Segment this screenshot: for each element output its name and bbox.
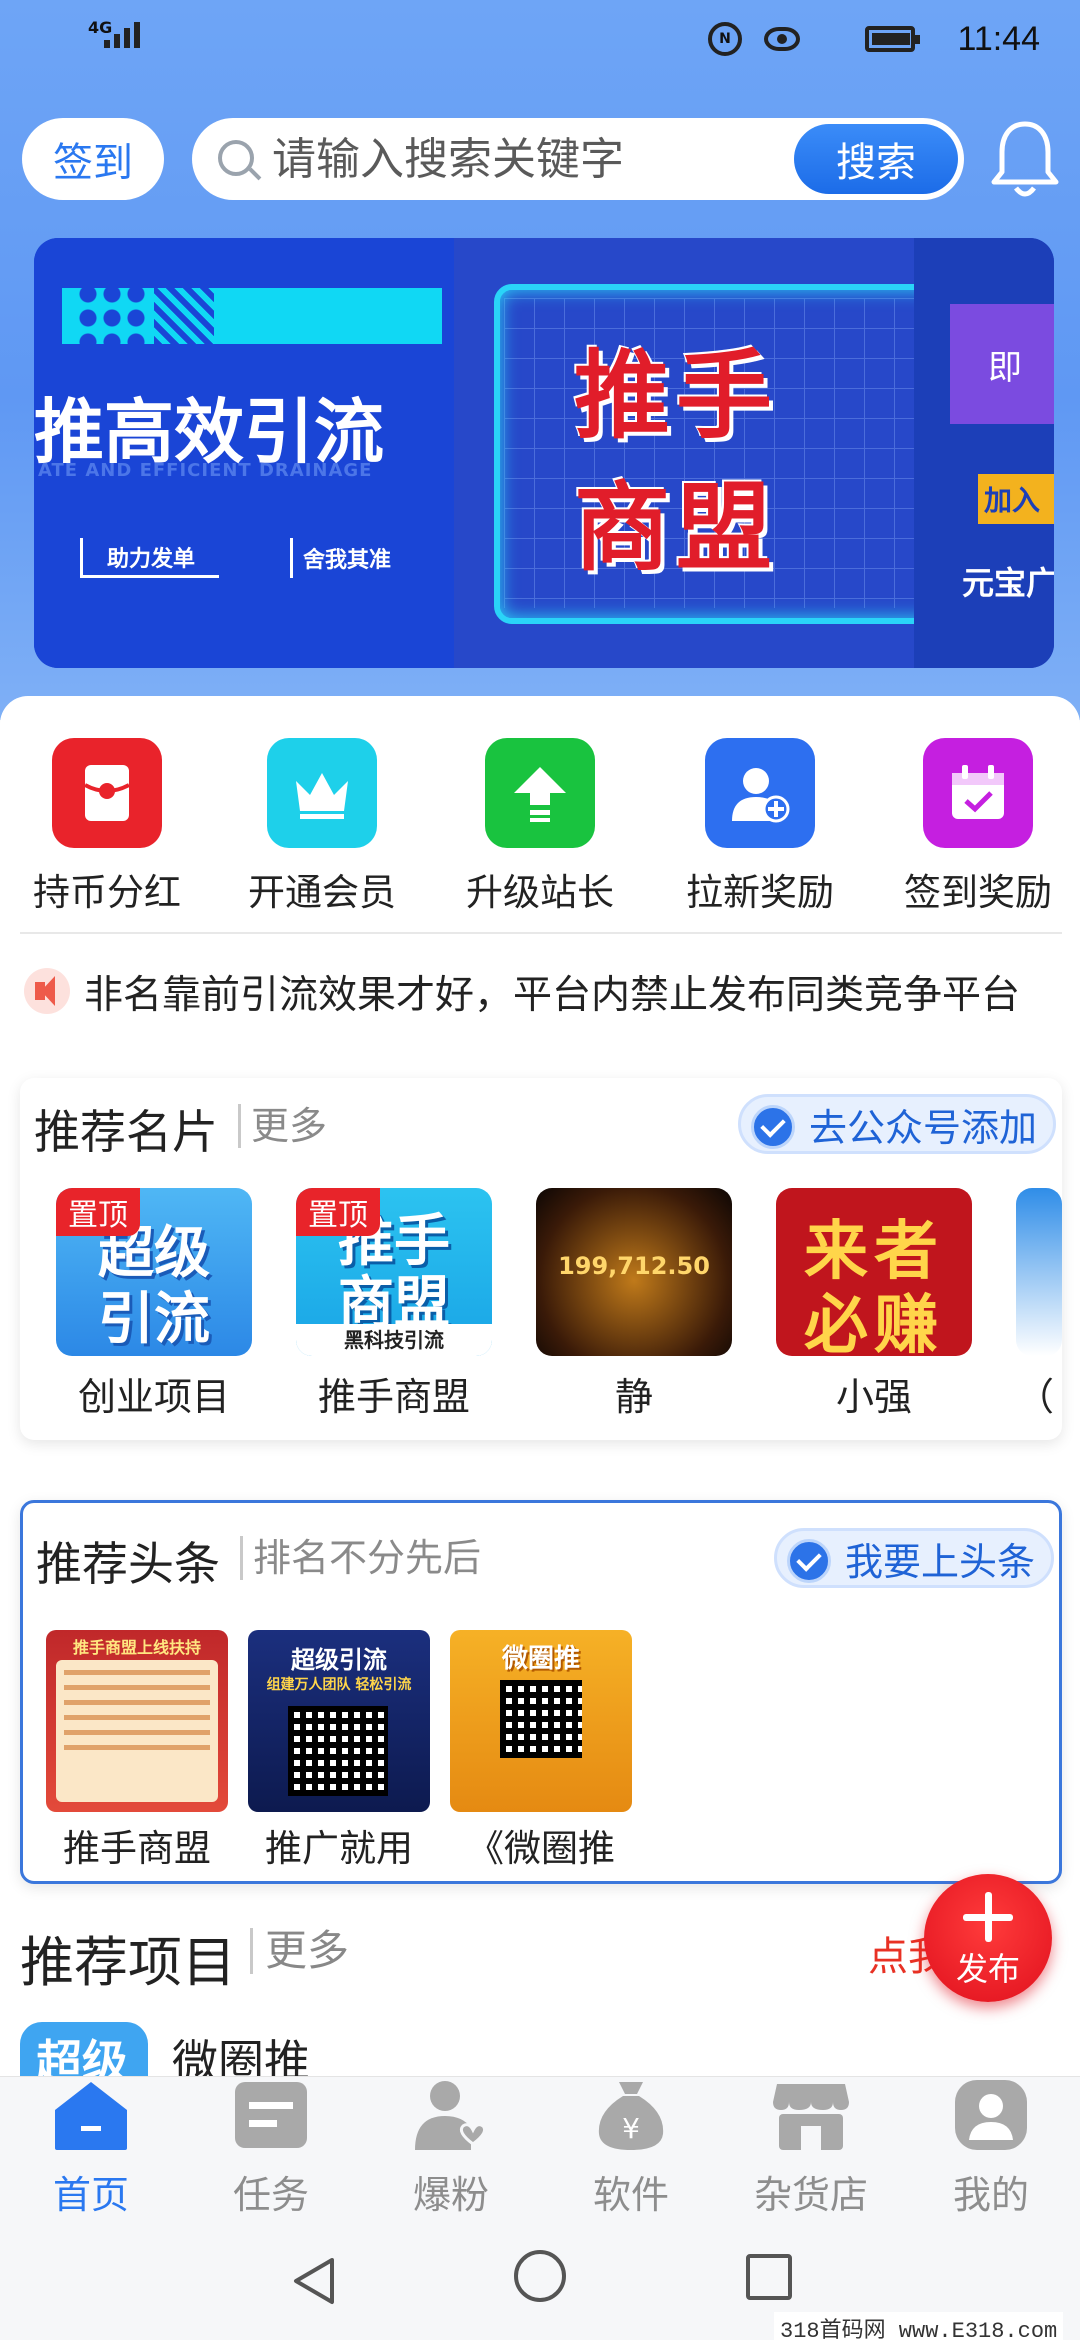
tab-tasks[interactable]: 任务 bbox=[196, 2078, 346, 2219]
profile-icon bbox=[955, 2080, 1027, 2150]
feature-label: 签到奖励 bbox=[904, 871, 1052, 914]
search-button[interactable]: 搜索 bbox=[794, 124, 958, 194]
crown-icon bbox=[267, 738, 377, 848]
publish-button[interactable]: 发布 bbox=[924, 1874, 1052, 2002]
banner-right-brand: 元宝广 bbox=[962, 564, 1054, 602]
headline-image: 微圈推 bbox=[450, 1630, 632, 1812]
feature-label: 拉新奖励 bbox=[686, 871, 834, 914]
headline-name: 推手商盟 bbox=[63, 1827, 211, 1870]
banner-logo-line2: 商盟 bbox=[574, 472, 778, 584]
banner-tag: 舍我其准 bbox=[290, 538, 401, 578]
qr-code bbox=[500, 1680, 582, 1758]
card-name: 小强 bbox=[835, 1375, 912, 1419]
check-badge-icon bbox=[787, 1539, 831, 1583]
feature-label: 开通会员 bbox=[248, 871, 396, 914]
tab-home[interactable]: 首页 bbox=[16, 2078, 166, 2219]
recent-apps-icon[interactable] bbox=[746, 2254, 792, 2300]
notice-text: 非名靠前引流效果才好，平台内禁止发布同类竞争平台 bbox=[84, 973, 1021, 1018]
banner-tag: 助力发单 bbox=[80, 538, 220, 578]
headline-item[interactable]: 超级引流 组建万人团队 轻松引流 推广就用 bbox=[248, 1630, 430, 1872]
notice-bar[interactable]: 非名靠前引流效果才好，平台内禁止发布同类竞争平台 bbox=[20, 960, 1070, 1020]
section-title: 推荐名片 bbox=[34, 1105, 218, 1159]
more-link[interactable]: 更多 bbox=[250, 1928, 349, 1974]
banner-logo-line1: 推手 bbox=[574, 340, 778, 452]
back-icon[interactable] bbox=[292, 2256, 336, 2306]
card-name: 创业项目 bbox=[77, 1375, 230, 1419]
card-name: 推手商盟 bbox=[317, 1375, 470, 1419]
headline-image: 推手商盟上线扶持 bbox=[46, 1630, 228, 1812]
submit-headline-button[interactable]: 我要上头条 bbox=[774, 1528, 1055, 1588]
business-card[interactable]: 超级 引流 置顶 创业项目 bbox=[56, 1188, 252, 1421]
headline-name: 《微圈推 bbox=[467, 1827, 615, 1870]
tab-software[interactable]: ¥ 软件 bbox=[556, 2078, 706, 2219]
business-card[interactable]: 来者 必赚 小强 bbox=[776, 1188, 972, 1421]
signin-button[interactable]: 签到 bbox=[22, 118, 164, 200]
business-card[interactable]: 推手 商盟 黑科技引流 置顶 推手商盟 bbox=[296, 1188, 492, 1421]
store-icon bbox=[773, 2084, 849, 2150]
feature-dividend[interactable]: 持币分红 bbox=[22, 738, 192, 916]
tab-store[interactable]: 杂货店 bbox=[736, 2078, 886, 2219]
add-official-account-button[interactable]: 去公众号添加 bbox=[738, 1094, 1057, 1154]
upgrade-arrow-icon bbox=[485, 738, 595, 848]
section-title: 推荐项目 bbox=[20, 1931, 236, 1994]
more-link[interactable]: 更多 bbox=[238, 1104, 327, 1148]
battery-icon bbox=[865, 26, 920, 52]
watermark: 318首码网 www.E318.com bbox=[774, 2312, 1064, 2340]
feature-upgrade[interactable]: 升级站长 bbox=[455, 738, 625, 916]
headline-item[interactable]: 微圈推 《微圈推 bbox=[450, 1630, 632, 1872]
business-card[interactable]: （ bbox=[1016, 1188, 1062, 1421]
pinned-badge: 置顶 bbox=[56, 1188, 140, 1236]
pinned-badge: 置顶 bbox=[296, 1188, 380, 1236]
banner-right-box: 即 bbox=[950, 304, 1054, 424]
status-bar: 4G N 11:44 bbox=[0, 0, 1080, 80]
business-card[interactable]: 199,712.50 静 bbox=[536, 1188, 732, 1421]
card-name: （ bbox=[1016, 1375, 1055, 1419]
money-bag-icon: ¥ bbox=[598, 2082, 664, 2150]
tab-profile[interactable]: 我的 bbox=[916, 2078, 1066, 2219]
divider bbox=[20, 932, 1062, 934]
nfc-icon: N bbox=[708, 22, 742, 56]
add-user-icon bbox=[705, 738, 815, 848]
clock: 11:44 bbox=[957, 20, 1040, 58]
card-image: 超级 引流 置顶 bbox=[56, 1188, 252, 1356]
ranking-note: 排名不分先后 bbox=[240, 1536, 481, 1580]
home-icon bbox=[55, 2082, 127, 2150]
plus-icon bbox=[960, 1890, 1016, 1946]
feature-label: 升级站长 bbox=[466, 871, 614, 914]
calendar-check-icon bbox=[923, 738, 1033, 848]
search-bar: 搜索 bbox=[192, 118, 964, 200]
banner-left-subtitle: ATE AND EFFICIENT DRAINAGE bbox=[38, 460, 373, 481]
feature-membership[interactable]: 开通会员 bbox=[237, 738, 407, 916]
card-image: 199,712.50 bbox=[536, 1188, 732, 1356]
headline-image: 超级引流 组建万人团队 轻松引流 bbox=[248, 1630, 430, 1812]
card-name: 静 bbox=[614, 1375, 653, 1419]
feature-referral[interactable]: 拉新奖励 bbox=[675, 738, 845, 916]
check-badge-icon bbox=[751, 1105, 795, 1149]
search-icon bbox=[218, 140, 254, 176]
task-icon bbox=[235, 2082, 307, 2148]
headline-item[interactable]: 推手商盟上线扶持 推手商盟 bbox=[46, 1630, 228, 1872]
headline-name: 推广就用 bbox=[265, 1827, 413, 1870]
qr-code bbox=[288, 1706, 388, 1796]
bell-icon[interactable] bbox=[990, 118, 1060, 202]
fans-icon bbox=[415, 2081, 487, 2150]
eye-comfort-icon bbox=[764, 27, 800, 51]
svg-text:¥: ¥ bbox=[622, 2112, 640, 2145]
feature-checkin-reward[interactable]: 签到奖励 bbox=[893, 738, 1063, 916]
section-title: 推荐头条 bbox=[36, 1537, 220, 1591]
card-image bbox=[1016, 1188, 1062, 1356]
signal-icon bbox=[104, 22, 140, 48]
search-input[interactable] bbox=[272, 128, 772, 190]
promo-banner[interactable]: 推高效引流 ATE AND EFFICIENT DRAINAGE 助力发单 舍我… bbox=[34, 238, 1054, 668]
red-envelope-icon bbox=[52, 738, 162, 848]
speaker-icon bbox=[24, 968, 70, 1014]
card-image: 推手 商盟 黑科技引流 置顶 bbox=[296, 1188, 492, 1356]
home-nav-icon[interactable] bbox=[514, 2250, 566, 2302]
card-image: 来者 必赚 bbox=[776, 1188, 972, 1356]
feature-label: 持币分红 bbox=[33, 871, 181, 914]
tab-fans[interactable]: 爆粉 bbox=[376, 2078, 526, 2219]
banner-join-tag: 加入 bbox=[978, 474, 1054, 524]
